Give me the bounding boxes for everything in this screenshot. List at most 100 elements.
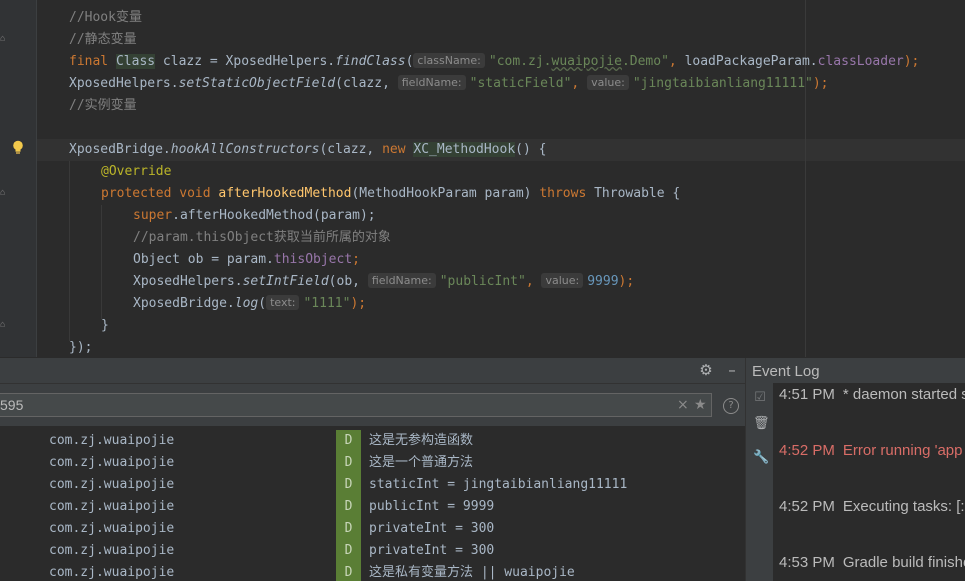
code-method: setIntField xyxy=(242,274,329,289)
editor-gutter: ⌂ ⌂ ⌂ xyxy=(0,0,37,357)
parameter-hint: fieldName: xyxy=(367,273,436,288)
log-level-badge: D xyxy=(336,496,361,518)
logcat-toolbar: ⚙ – xyxy=(0,358,745,384)
code-number: 9999 xyxy=(587,274,619,289)
event-message[interactable]: Executing tasks: [:a xyxy=(843,498,965,515)
parameter-hint: className: xyxy=(413,53,485,68)
log-package: com.zj.wuaipojie xyxy=(49,521,175,536)
code-line: protected void afterHookedMethod(MethodH… xyxy=(101,183,680,205)
code-method: setStaticObjectField xyxy=(178,76,336,91)
code-text: ( xyxy=(258,296,267,311)
log-row[interactable]: com.zj.wuaipojie DprivateInt = 300 xyxy=(0,540,745,562)
code-string: "jingtaibianliang11111" xyxy=(632,76,813,91)
code-text: Object ob = param. xyxy=(133,252,274,267)
trash-icon[interactable]: 🗑 xyxy=(753,417,770,431)
parameter-hint: value: xyxy=(541,273,584,288)
log-level-badge: D xyxy=(336,474,361,496)
code-text: (MethodHookParam param) xyxy=(351,186,532,201)
code-annotation: @Override xyxy=(101,164,172,179)
code-keyword: protected void xyxy=(101,186,211,201)
log-row[interactable]: com.zj.wuaipojie DstaticInt = jingtaibian… xyxy=(0,474,745,496)
log-package: com.zj.wuaipojie xyxy=(49,565,175,580)
event-log-toolbar: ☑ 🗑 🔧 xyxy=(746,383,773,581)
minimize-icon[interactable]: – xyxy=(723,361,741,379)
log-list[interactable]: com.zj.wuaipojie D 这是无参构造函数 com.zj.wuaipoj… xyxy=(0,430,745,581)
log-level-badge: D xyxy=(336,452,361,474)
favorite-star-icon[interactable]: ★ xyxy=(694,397,707,413)
code-line: XposedHelpers.setStaticObjectField(clazz… xyxy=(69,75,829,91)
settings-gear-icon[interactable]: ⚙ xyxy=(697,361,715,379)
event-entry[interactable]: 4:51 PM * daemon started s xyxy=(779,383,965,407)
code-punct: ); xyxy=(812,76,829,91)
code-text: }); xyxy=(69,340,93,355)
log-message: staticInt = jingtaibianliang11111 xyxy=(369,477,628,492)
log-row[interactable]: com.zj.wuaipojie DprivateInt = 300 xyxy=(0,518,745,540)
code-field: classLoader xyxy=(817,54,904,69)
code-line: //实例变量 xyxy=(69,95,137,117)
log-message: 这是一个普通方法 xyxy=(369,455,474,470)
indent-guide xyxy=(101,205,102,319)
event-time: 4:53 PM xyxy=(779,554,835,571)
event-message[interactable]: Gradle build finishe xyxy=(843,554,965,571)
code-string: "publicInt" xyxy=(439,274,526,289)
log-package: com.zj.wuaipojie xyxy=(49,433,175,448)
code-string: .Demo" xyxy=(621,54,669,69)
log-row[interactable]: com.zj.wuaipojie DpublicInt = 9999 xyxy=(0,496,745,518)
indent-guide xyxy=(69,161,70,341)
code-method: hookAllConstructors xyxy=(170,142,320,157)
search-input-value: 595 xyxy=(0,397,24,413)
code-line: @Override xyxy=(101,161,171,183)
clear-filter-icon[interactable]: × xyxy=(677,397,689,413)
logcat-search-input[interactable]: 595 × ★ xyxy=(0,393,712,417)
help-icon[interactable]: ? xyxy=(723,398,739,414)
event-time: 4:51 PM xyxy=(779,386,835,403)
code-keyword: super xyxy=(133,208,173,223)
code-field: thisObject xyxy=(273,252,353,267)
code-text: (ob, xyxy=(328,274,368,289)
event-time: 4:52 PM xyxy=(779,498,835,515)
parameter-hint: text: xyxy=(266,295,300,310)
code-punct: () { xyxy=(515,142,547,157)
code-string: "staticField" xyxy=(469,76,572,91)
wrench-icon[interactable]: 🔧 xyxy=(753,451,769,465)
code-keyword: throws xyxy=(539,186,587,201)
code-text: clazz = XposedHelpers. xyxy=(155,54,336,69)
event-entry[interactable]: 4:53 PM Gradle build finishe xyxy=(779,551,965,575)
code-comment: //静态变量 xyxy=(69,32,137,47)
event-time: 4:52 PM xyxy=(779,442,835,459)
code-punct: ); xyxy=(618,274,635,289)
code-string-typo: wuaipojie xyxy=(551,54,622,69)
code-comment: //实例变量 xyxy=(69,98,137,113)
log-package: com.zj.wuaipojie xyxy=(49,477,175,492)
code-text: loadPackageParam. xyxy=(684,54,818,69)
code-line: //param.thisObject获取当前所属的对象 xyxy=(133,227,391,249)
code-line: XposedBridge.hookAllConstructors(clazz, … xyxy=(69,139,546,161)
fold-icon[interactable]: ⌂ xyxy=(0,188,10,198)
event-message[interactable]: * daemon started s xyxy=(843,386,965,403)
log-row[interactable]: com.zj.wuaipojie D 这是私有变量方法 || wuaipojie xyxy=(0,562,745,581)
fold-icon[interactable]: ⌂ xyxy=(0,320,10,330)
code-line: //静态变量 xyxy=(69,29,137,51)
event-entry[interactable]: 4:52 PM Executing tasks: [:a xyxy=(779,495,965,519)
code-text: XposedBridge. xyxy=(69,142,171,157)
code-text: XposedBridge. xyxy=(133,296,235,311)
code-string: "1111" xyxy=(303,296,351,311)
code-text: .afterHookedMethod(param); xyxy=(172,208,376,223)
event-message[interactable]: Error running 'app xyxy=(843,442,963,459)
code-editor[interactable]: ⌂ ⌂ ⌂ //Hook变量 //静态变量 final Class clazz … xyxy=(0,0,965,357)
code-text: } xyxy=(101,318,109,333)
log-package: com.zj.wuaipojie xyxy=(49,499,175,514)
code-text: (clazz, xyxy=(319,142,383,157)
mark-read-icon[interactable]: ☑ xyxy=(753,391,767,405)
code-punct: ); xyxy=(350,296,367,311)
log-message: privateInt = 300 xyxy=(369,543,495,558)
code-method-decl: afterHookedMethod xyxy=(218,186,352,201)
code-line: Object ob = param.thisObject; xyxy=(133,249,360,271)
lightbulb-icon[interactable] xyxy=(12,140,24,155)
code-line: //Hook变量 xyxy=(69,7,142,29)
event-entry[interactable]: 4:52 PM Error running 'app xyxy=(779,439,962,463)
code-line: XposedHelpers.setIntField(ob, fieldName:… xyxy=(133,273,635,289)
log-row[interactable]: com.zj.wuaipojie D 这是无参构造函数 xyxy=(0,430,745,452)
log-row[interactable]: com.zj.wuaipojie D 这是一个普通方法 xyxy=(0,452,745,474)
fold-icon[interactable]: ⌂ xyxy=(0,34,10,44)
